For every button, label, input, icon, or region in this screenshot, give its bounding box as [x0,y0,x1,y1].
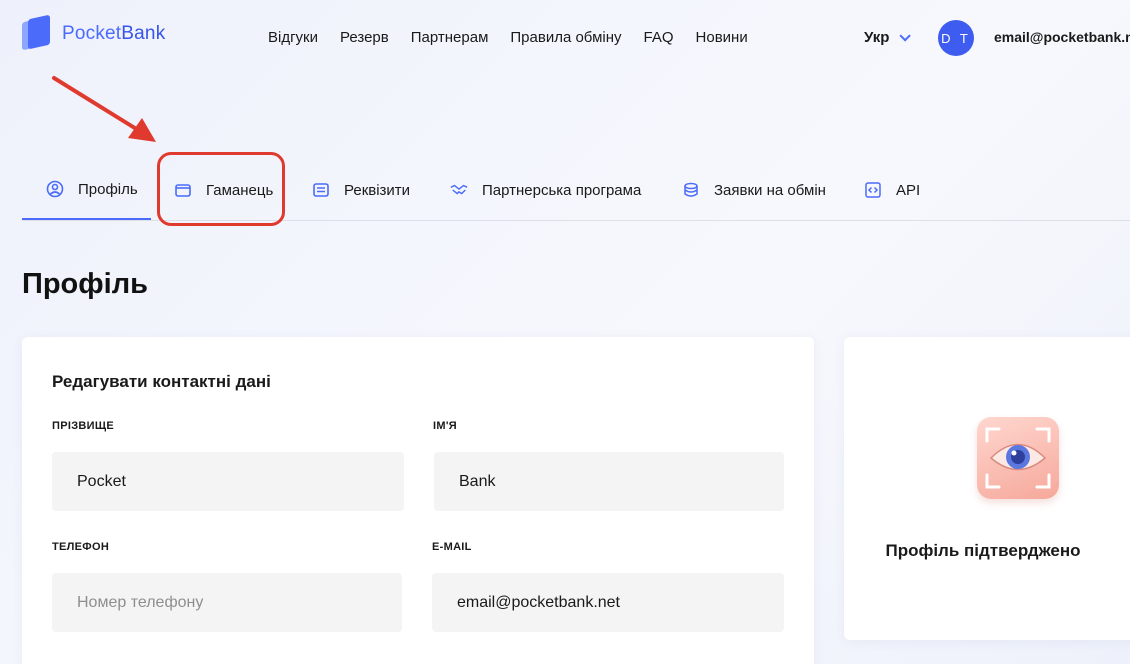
brand-logo-icon [22,14,52,52]
email-label: E-mail [432,541,472,553]
code-icon [864,181,882,199]
nav-reviews[interactable]: Відгуки [268,29,318,46]
tab-label: Реквізити [344,181,411,199]
tab-label: Профіль [78,180,138,198]
tab-label: API [896,181,921,199]
card-details-icon [312,181,330,199]
nav-faq[interactable]: FAQ [644,29,674,46]
tab-partner-program[interactable]: Партнерська програма [450,160,641,220]
tab-label: Заявки на обмін [714,181,826,199]
nav-exchange-rules[interactable]: Правила обміну [510,29,621,46]
first-name-label: Ім'я [433,420,457,432]
tab-profile[interactable]: Профіль [22,160,151,220]
annotation-arrow-icon [52,76,156,142]
tab-requisites[interactable]: Реквізити [312,160,410,220]
brand-name: PocketBank [62,23,166,44]
language-selector[interactable]: Укр [864,29,912,46]
contact-form-title: Редагувати контактні дані [52,372,271,391]
annotation-highlight-box [157,152,285,226]
tab-api[interactable]: API [864,160,920,220]
chevron-down-icon [899,29,912,42]
verification-card: Профіль підтверджено [844,337,1130,640]
tab-label: Партнерська програма [482,181,642,199]
contact-form-card: Редагувати контактні дані Прізвище Ім'я … [22,337,814,664]
first-name-input[interactable] [434,452,784,511]
nav-news[interactable]: Новини [696,29,748,46]
last-name-label: Прізвище [52,420,114,432]
phone-input[interactable] [52,573,402,632]
nav-reserve[interactable]: Резерв [340,29,389,46]
phone-label: Телефон [52,541,110,553]
brand-logo[interactable]: PocketBank [22,14,166,52]
user-circle-icon [46,180,64,198]
language-label: Укр [864,29,890,46]
verification-status: Профіль підтверджено [885,541,1081,560]
coins-icon [682,181,700,199]
last-name-input[interactable] [52,452,404,511]
email-input[interactable] [432,573,784,632]
page-title: Профіль [22,268,148,300]
nav-partners[interactable]: Партнерам [411,29,489,46]
tab-exchange-requests[interactable]: Заявки на обмін [682,160,826,220]
verified-eye-icon [977,417,1059,499]
avatar[interactable]: D T [938,20,974,56]
user-email[interactable]: email@pocketbank.net [994,29,1130,45]
handshake-icon [450,181,468,199]
top-nav: Відгуки Резерв Партнерам Правила обміну … [268,29,770,46]
